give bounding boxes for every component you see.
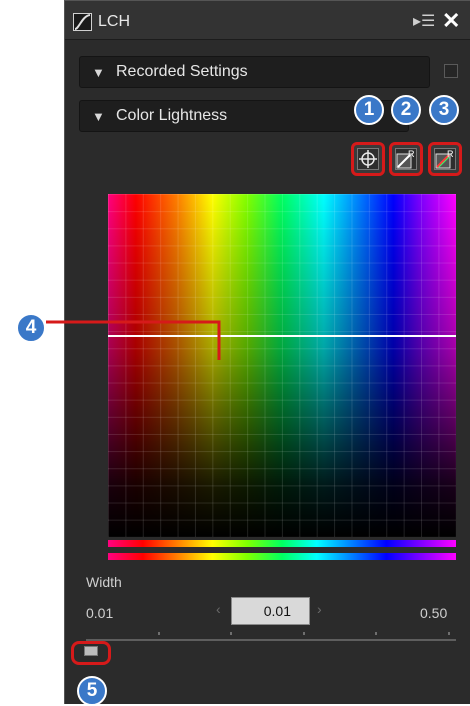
decrement-arrow-icon[interactable]: ‹	[216, 601, 221, 617]
slider-tick	[448, 632, 450, 635]
callout-4: 4	[16, 313, 46, 343]
callout-5: 5	[77, 676, 107, 706]
slider-tick	[375, 632, 377, 635]
svg-text:R: R	[447, 149, 454, 159]
increment-arrow-icon[interactable]: ›	[317, 601, 322, 617]
svg-text:R: R	[408, 149, 415, 159]
panel-menu-icon[interactable]: ▸☰	[413, 14, 435, 30]
recorded-settings-checkbox[interactable]	[444, 64, 458, 78]
width-value-input[interactable]: 0.01	[231, 597, 310, 625]
title-bar: LCH ▸☰ ✕	[65, 1, 470, 40]
reset-r-icon: R	[395, 148, 417, 170]
slider-tick	[303, 632, 305, 635]
width-slider-track[interactable]	[86, 639, 456, 641]
target-picker-button[interactable]	[351, 142, 385, 176]
color-lightness-label: Color Lightness	[116, 107, 228, 124]
width-max-label: 0.50	[420, 605, 448, 621]
chevron-down-icon: ▼	[92, 109, 105, 124]
width-min-label: 0.01	[86, 605, 114, 621]
panel-title: LCH	[98, 13, 131, 30]
recorded-settings-header[interactable]: ▼ Recorded Settings	[79, 56, 430, 88]
slider-tick	[158, 632, 160, 635]
chevron-down-icon: ▼	[92, 65, 105, 80]
callout-3: 3	[429, 95, 459, 125]
curve-layer	[108, 335, 456, 337]
reset-channel-button[interactable]: R	[389, 142, 423, 176]
width-slider-thumb[interactable]	[84, 646, 98, 656]
reset-all-button[interactable]: R	[428, 142, 462, 176]
callout-4-leader	[46, 320, 221, 360]
callout-1: 1	[354, 95, 384, 125]
crosshair-icon	[357, 148, 379, 170]
reset-r-color-icon: R	[434, 148, 456, 170]
hue-strip-top	[108, 540, 456, 547]
close-icon[interactable]: ✕	[442, 10, 460, 32]
color-lightness-graph[interactable]	[108, 194, 456, 537]
slider-tick	[230, 632, 232, 635]
width-label: Width	[86, 574, 122, 590]
lch-curve-icon	[73, 13, 92, 31]
recorded-settings-label: Recorded Settings	[116, 63, 248, 80]
callout-2: 2	[391, 95, 421, 125]
hue-strip-bottom	[108, 553, 456, 560]
